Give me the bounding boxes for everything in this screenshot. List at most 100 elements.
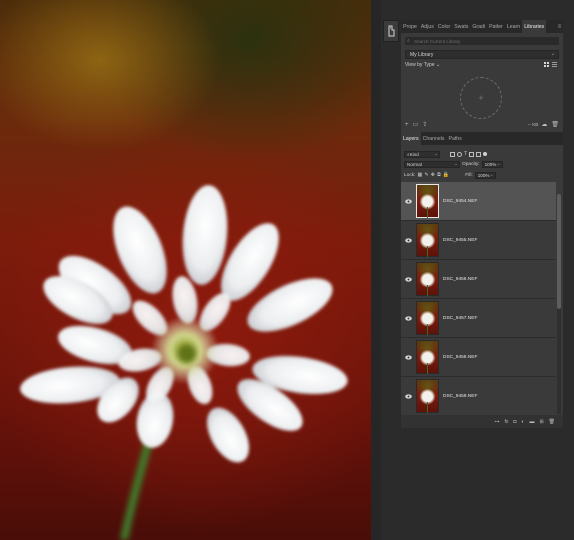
document-canvas[interactable] [0,0,371,540]
trash-icon[interactable]: 🗑 [551,121,559,128]
shape-filter-icon[interactable] [469,151,475,157]
lock-all-icon[interactable]: 🔒 [443,172,449,178]
opacity-field[interactable]: 100% ⌄ [481,160,503,168]
layers-footer: ⊶ fx ◘ ◐ ▬ ⊞ 🗑 [401,415,563,428]
library-search-placeholder: Search Current Library [414,38,461,44]
view-by-label: View by Type [405,62,435,68]
filter-kind-value: Kind [409,151,419,157]
layer-thumbnail [416,379,439,413]
link-layers-icon[interactable]: ⊶ [494,419,499,425]
visibility-eye-icon[interactable] [402,354,414,360]
lock-label: Lock: [404,172,416,178]
adjustment-filter-icon[interactable] [457,151,462,157]
blend-mode-select[interactable]: Normal ⌄ [404,160,460,168]
visibility-eye-icon[interactable] [402,237,414,243]
layer-name[interactable]: DSC_9456.NEF [443,277,477,282]
new-group-icon[interactable]: ▬ [529,419,534,425]
filter-toggle-icon[interactable] [483,152,488,156]
layers-tabbar: Layers Channels Paths [401,132,563,145]
tab-learn[interactable]: Learn [505,20,522,33]
visibility-eye-icon[interactable] [402,393,414,399]
view-toggle [544,62,557,67]
lock-transparent-pixels-icon[interactable]: ▦ [417,172,422,178]
add-icon: + [478,93,484,103]
tab-gradients[interactable]: Gradi [470,20,487,33]
visibility-eye-icon[interactable] [402,198,414,204]
library-storage: -- KB [527,122,539,127]
lock-position-icon[interactable]: ✥ [431,172,435,178]
tab-adjustments[interactable]: Adjus [419,20,436,33]
chevron-down-icon: ⌄ [489,171,494,177]
library-select-value: My Library [410,51,434,58]
layer-name[interactable]: DSC_9457.NEF [443,316,477,321]
type-filter-icon[interactable]: T [464,151,467,157]
tab-patterns[interactable]: Patter [487,20,505,33]
tab-swatches[interactable]: Swats [452,20,470,33]
tab-channels[interactable]: Channels [421,132,447,145]
layer-filter-row: ⌕ Kind ⌄ T [404,150,488,158]
layer-name[interactable]: DSC_9455.NEF [443,238,477,243]
search-icon: ⌕ [407,38,410,44]
tab-properties[interactable]: Prope [401,20,419,33]
layer-row[interactable]: DSC_9458.NEF [401,338,556,377]
cloud-icon[interactable]: ☁ [541,121,547,128]
layers-panel: Layers Channels Paths ⌕ Kind ⌄ T Normal … [401,132,563,428]
tab-paths[interactable]: Paths [447,132,464,145]
layer-row[interactable]: DSC_9454.NEF [401,182,556,221]
view-by-dropdown[interactable]: View by Type ⌄ [405,62,440,68]
adjustment-layer-icon[interactable]: ◐ [521,419,524,425]
library-drop-zone[interactable]: + [460,77,502,119]
layer-row[interactable]: DSC_9459.NEF [401,377,556,414]
add-element-icon[interactable]: + [405,122,409,128]
pixel-filter-icon[interactable] [450,151,455,157]
tab-color[interactable]: Color [436,20,452,33]
fill-field[interactable]: 100% ⌄ [474,171,496,179]
folder-icon[interactable]: ▭ [413,121,419,128]
lock-row: Lock: ▦ ✎ ✥ ⧉ 🔒 Fill: 100% ⌄ [404,171,496,179]
layer-name[interactable]: DSC_9459.NEF [443,394,477,399]
layer-name[interactable]: DSC_9458.NEF [443,355,477,360]
layer-name[interactable]: DSC_9454.NEF [443,199,477,204]
panel-dock: Prope Adjus Color Swats Gradi Patter Lea… [401,20,563,428]
layer-row[interactable]: DSC_9457.NEF [401,299,556,338]
trash-icon[interactable]: 🗑 [549,419,555,425]
layer-style-icon[interactable]: fx [504,419,508,425]
new-layer-icon[interactable]: ⊞ [539,419,543,425]
scrollbar-thumb[interactable] [557,194,561,309]
healing-brush-icon[interactable] [387,25,396,37]
layers-scrollbar[interactable] [557,194,561,414]
layer-thumbnail [416,301,439,335]
list-view-icon[interactable] [552,62,557,67]
filter-kind-select[interactable]: ⌕ Kind ⌄ [404,150,440,158]
layer-mask-icon[interactable]: ◘ [513,419,516,425]
chevron-down-icon: ⌄ [435,62,441,68]
layer-list: DSC_9454.NEF DSC_9455.NEF DSC_9456.NEF D… [401,182,556,414]
layer-thumbnail [416,184,439,218]
layer-row[interactable]: DSC_9456.NEF [401,260,556,299]
libraries-footer: + ▭ ⇪ -- KB ☁ 🗑 [401,119,563,130]
grid-view-icon[interactable] [544,62,549,67]
chevron-down-icon: ⌄ [550,51,555,57]
library-select[interactable]: My Library ⌄ [405,50,559,59]
tool-strip[interactable] [383,20,399,42]
smart-object-filter-icon[interactable] [476,151,482,157]
fill-label: Fill: [465,172,473,178]
chevron-down-icon: ⌄ [434,150,438,156]
libraries-tabbar: Prope Adjus Color Swats Gradi Patter Lea… [401,20,563,33]
layer-thumbnail [416,223,439,257]
chevron-down-icon: ⌄ [454,160,458,166]
layer-row[interactable]: DSC_9455.NEF [401,221,556,260]
opacity-value: 100% [484,161,497,167]
visibility-eye-icon[interactable] [402,315,414,321]
tab-layers[interactable]: Layers [401,132,421,145]
library-search-input[interactable]: ⌕ Search Current Library [405,37,559,45]
lock-image-pixels-icon[interactable]: ✎ [424,172,428,178]
fill-value: 100% [477,172,490,178]
tab-libraries[interactable]: Libraries [522,20,547,33]
libraries-panel: Prope Adjus Color Swats Gradi Patter Lea… [401,20,563,132]
lock-artboard-icon[interactable]: ⧉ [437,172,441,179]
panel-menu-icon[interactable]: ≡ [556,20,563,33]
chevron-down-icon: ⌄ [496,160,501,166]
visibility-eye-icon[interactable] [402,276,414,282]
upload-icon[interactable]: ⇪ [422,121,427,128]
